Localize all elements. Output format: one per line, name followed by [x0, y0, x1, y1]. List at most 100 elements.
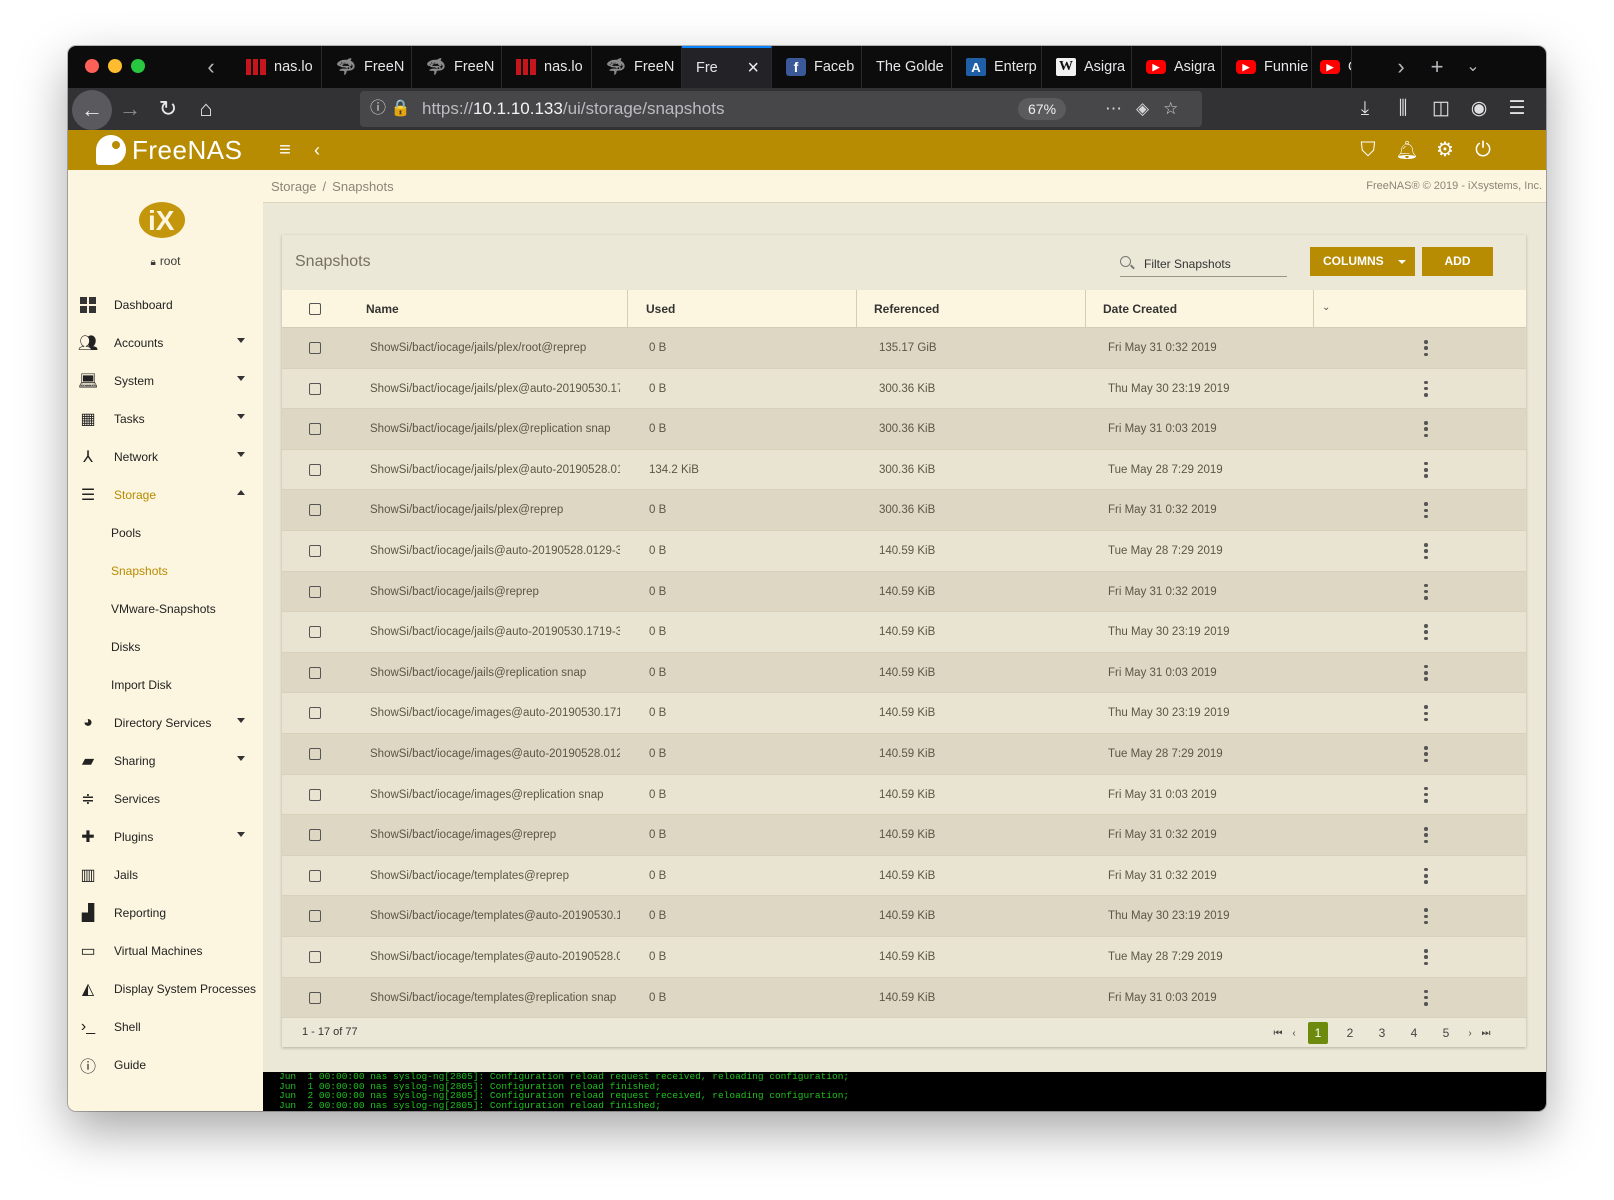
sidebar-subitem-pools[interactable]: Pools	[111, 514, 141, 552]
sidebar-item-storage[interactable]: ☰ Storage	[68, 476, 263, 514]
row-checkbox[interactable]	[309, 504, 321, 517]
library-icon[interactable]: ⫼	[1384, 88, 1422, 130]
browser-tab[interactable]: 🦈︎ FreeN	[322, 46, 412, 88]
sidebar-toggle-icon[interactable]: ◫	[1422, 88, 1460, 130]
sidebar-subitem-import-disk[interactable]: Import Disk	[111, 666, 172, 704]
row-actions-kebab-icon[interactable]	[1424, 664, 1428, 681]
row-checkbox[interactable]	[309, 869, 321, 882]
table-row[interactable]: ShowSi/bact/iocage/jails@auto-20190528.0…	[282, 531, 1526, 572]
sidebar-item-display-system-processes[interactable]: ◭ Display System Processes	[68, 970, 263, 1008]
tab-list-chevron-icon[interactable]: ⌄	[1458, 46, 1488, 88]
browser-tab[interactable]: nas.lo	[502, 46, 592, 88]
sidebar-subitem-disks[interactable]: Disks	[111, 628, 140, 666]
table-row[interactable]: ShowSi/bact/iocage/jails/plex@replicatio…	[282, 409, 1526, 450]
sidebar-item-reporting[interactable]: ▟ Reporting	[68, 894, 263, 932]
first-page-icon[interactable]: ⏮	[1270, 1028, 1286, 1039]
column-header-referenced[interactable]: Referenced	[874, 290, 939, 328]
table-row[interactable]: ShowSi/bact/iocage/images@auto-20190530.…	[282, 693, 1526, 734]
settings-gear-icon[interactable]: ⚙	[1428, 130, 1462, 170]
notifications-bell-icon[interactable]: 🔔︎	[1390, 130, 1424, 170]
site-info-icon[interactable]: ⓘ 🔒	[370, 91, 410, 127]
row-checkbox[interactable]	[309, 951, 321, 963]
row-checkbox[interactable]	[309, 626, 321, 639]
sidebar-item-jails[interactable]: ▥ Jails	[68, 856, 263, 894]
row-actions-kebab-icon[interactable]	[1424, 786, 1428, 803]
filter-snapshots[interactable]	[1120, 249, 1287, 277]
new-tab-icon[interactable]: +	[1422, 46, 1452, 88]
row-checkbox[interactable]	[309, 910, 321, 923]
sidebar-item-guide[interactable]: ⓘ Guide	[68, 1046, 263, 1084]
row-actions-kebab-icon[interactable]	[1424, 624, 1428, 641]
add-button[interactable]: ADD	[1422, 247, 1493, 276]
breadcrumb-storage[interactable]: Storage	[271, 179, 317, 194]
browser-tab[interactable]: ▶ Funnie	[1222, 46, 1312, 88]
row-checkbox[interactable]	[309, 707, 321, 720]
sidebar-item-directory-services[interactable]: ◕ Directory Services	[68, 704, 263, 742]
row-actions-kebab-icon[interactable]	[1424, 340, 1428, 356]
row-checkbox[interactable]	[309, 463, 321, 476]
table-row[interactable]: ShowSi/bact/iocage/jails@auto-20190530.1…	[282, 612, 1526, 653]
table-row[interactable]: ShowSi/bact/iocage/templates@reprep 0 B 14…	[282, 855, 1526, 897]
sort-desc-icon[interactable]: ⌄	[1322, 302, 1330, 313]
last-page-icon[interactable]: ⏭	[1478, 1028, 1494, 1039]
table-row[interactable]: ShowSi/bact/iocage/jails/plex/root@repre…	[282, 328, 1526, 369]
sidebar-item-plugins[interactable]: ✚ Plugins	[68, 818, 263, 856]
row-actions-kebab-icon[interactable]	[1424, 421, 1428, 438]
row-actions-kebab-icon[interactable]	[1424, 583, 1428, 600]
table-row[interactable]: ShowSi/bact/iocage/jails/plex@reprep 0 B 3…	[282, 490, 1526, 531]
page-4-button[interactable]: 4	[1398, 1022, 1430, 1044]
tabs-scroll-left-icon[interactable]: ‹	[196, 46, 226, 88]
table-row[interactable]: ShowSi/bact/iocage/jails@reprep 0 B 140.59…	[282, 571, 1526, 613]
page-3-button[interactable]: 3	[1366, 1022, 1398, 1044]
row-actions-kebab-icon[interactable]	[1424, 380, 1428, 397]
theme-bucket-icon[interactable]: ⛉	[1351, 130, 1385, 170]
sidebar-item-network[interactable]: ⅄ Network	[68, 438, 263, 476]
page-actions-icon[interactable]: ⋯◈☆	[1105, 91, 1192, 127]
table-row[interactable]: ShowSi/bact/iocage/images@auto-20190528.…	[282, 734, 1526, 775]
table-row[interactable]: ShowSi/bact/iocage/jails/plex@auto-20190…	[282, 449, 1526, 491]
sidebar-item-virtual-machines[interactable]: ▭ Virtual Machines	[68, 932, 263, 970]
row-checkbox[interactable]	[309, 829, 321, 842]
browser-tab[interactable]: W Asigra	[1042, 46, 1132, 88]
zoom-level-badge[interactable]: 67%	[1018, 98, 1067, 120]
select-all-checkbox[interactable]	[309, 303, 321, 315]
row-checkbox[interactable]	[309, 423, 321, 436]
sidebar-item-sharing[interactable]: ▰ Sharing	[68, 742, 263, 780]
download-icon[interactable]: ⤓	[1346, 88, 1384, 130]
table-row[interactable]: ShowSi/bact/iocage/jails/plex@auto-20190…	[282, 368, 1526, 410]
browser-tab[interactable]: 🦈︎ FreeN	[412, 46, 502, 88]
browser-tab[interactable]: Fre ×	[682, 46, 772, 88]
collapse-chevron-icon[interactable]: ‹	[300, 130, 334, 170]
menu-toggle-icon[interactable]: ≡	[268, 130, 302, 170]
browser-tab[interactable]: A Enterp	[952, 46, 1042, 88]
sidebar-subitem-snapshots[interactable]: Snapshots	[111, 552, 168, 590]
row-checkbox[interactable]	[309, 585, 321, 598]
browser-tab[interactable]: ▶O	[1312, 46, 1352, 88]
back-arrow-icon[interactable]: ←	[72, 90, 112, 130]
browser-tab[interactable]: nas.lo	[232, 46, 322, 88]
filter-snapshots-input[interactable]	[1144, 253, 1284, 275]
row-actions-kebab-icon[interactable]	[1424, 746, 1428, 762]
minimize-window-button[interactable]	[108, 59, 122, 73]
browser-menu-icon[interactable]: ☰	[1498, 88, 1536, 130]
close-window-button[interactable]	[85, 59, 99, 73]
column-header-used[interactable]: Used	[646, 290, 675, 328]
row-actions-kebab-icon[interactable]	[1424, 543, 1428, 559]
sidebar-subitem-vmware-snapshots[interactable]: VMware-Snapshots	[111, 590, 216, 628]
sidebar-item-services[interactable]: ≑ Services	[68, 780, 263, 818]
address-bar[interactable]: ⓘ 🔒 https://10.1.10.133/ui/storage/snaps…	[360, 91, 1202, 127]
row-actions-kebab-icon[interactable]	[1424, 949, 1428, 965]
sidebar-item-accounts[interactable]: 👥︎ Accounts	[68, 324, 263, 362]
forward-arrow-icon[interactable]: →	[112, 92, 148, 126]
sidebar-item-tasks[interactable]: ▦ Tasks	[68, 400, 263, 438]
table-row[interactable]: ShowSi/bact/iocage/templates@replication…	[282, 977, 1526, 1019]
table-row[interactable]: ShowSi/bact/iocage/templates@auto-201905…	[282, 937, 1526, 978]
freenas-logo[interactable]: FreeNAS	[96, 132, 242, 168]
sidebar-item-system[interactable]: 💻︎ System	[68, 362, 263, 400]
page-2-button[interactable]: 2	[1334, 1022, 1366, 1044]
row-checkbox[interactable]	[309, 788, 321, 801]
row-actions-kebab-icon[interactable]	[1424, 502, 1428, 519]
browser-tab[interactable]: 🦈︎ FreeN	[592, 46, 682, 88]
column-header-name[interactable]: Name	[366, 290, 399, 328]
table-row[interactable]: ShowSi/bact/iocage/jails@replication sna…	[282, 652, 1526, 694]
